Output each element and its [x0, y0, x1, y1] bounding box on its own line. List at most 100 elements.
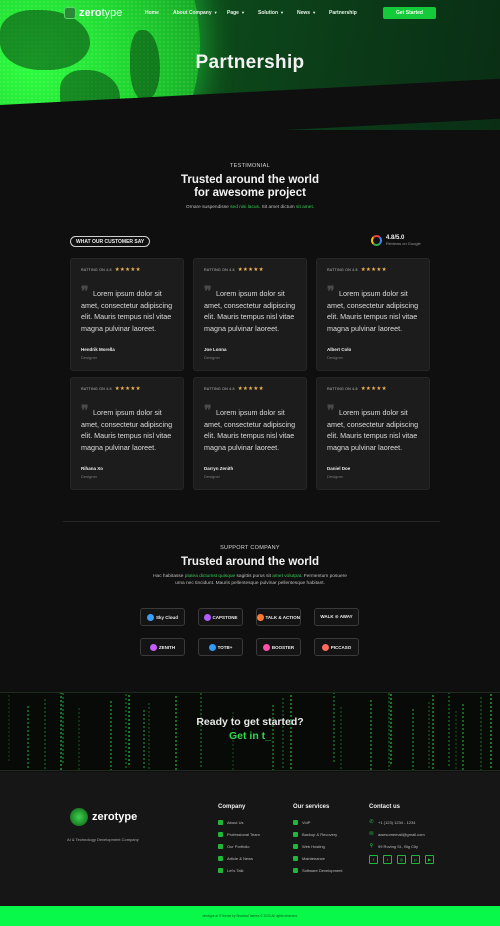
- twitter-icon[interactable]: t: [383, 855, 392, 864]
- nav-item-about-company[interactable]: About Company ▼: [173, 10, 227, 16]
- customer-say-badge: WHAT OUR CUSTOMER SAY: [70, 236, 151, 247]
- footer-link[interactable]: Backup & Recovery: [293, 828, 342, 840]
- footer-link[interactable]: VoIP: [293, 816, 342, 828]
- hero-banner: zerotype Home About Company ▼ Page ▼ Solut…: [0, 0, 500, 130]
- partner-logo[interactable]: CAPSTONE: [198, 608, 243, 626]
- partner-logo-icon: [149, 643, 157, 651]
- quote-icon: ❞: [81, 284, 89, 300]
- star-rating-icon: ★★★★★: [360, 267, 387, 273]
- contact-address: ⚲ 99 Roving St., Big City: [369, 843, 419, 849]
- author-role: Designer: [204, 474, 221, 479]
- location-icon: ⚲: [369, 843, 374, 849]
- partner-logo[interactable]: WALK ⊙ AWAY: [314, 608, 359, 626]
- author-name: Daniel Doe: [327, 466, 351, 471]
- check-icon: [293, 867, 298, 873]
- get-started-button[interactable]: Get Started: [383, 7, 436, 19]
- testimonial-card: RATTING ON 4.8 ★★★★★ ❞ Lorem ipsum dolor …: [193, 258, 307, 371]
- star-rating-icon: ★★★★★: [237, 386, 264, 392]
- testimonial-quote: Lorem ipsum dolor sit amet, consectetur …: [327, 289, 419, 333]
- social-links: f t ◎ p ▶: [369, 855, 434, 864]
- footer-link[interactable]: Our Portfolio: [218, 840, 260, 852]
- nav-item-partnership[interactable]: Partnership: [329, 10, 357, 16]
- rating-label: RATTING ON 4.8: [204, 387, 235, 391]
- author-role: Designer: [81, 355, 98, 360]
- copyright-bar: zerotype ai IT theme by ShadowThemes © 2…: [0, 906, 500, 926]
- star-rating-icon: ★★★★★: [114, 267, 141, 273]
- cta-title: Ready to get started?: [196, 716, 304, 728]
- partner-logo[interactable]: BOOSTER: [256, 638, 301, 656]
- quote-icon: ❞: [204, 284, 212, 300]
- chevron-down-icon: ▼: [280, 10, 284, 15]
- pinterest-icon[interactable]: p: [411, 855, 420, 864]
- matrix-rain-column: [128, 693, 130, 766]
- nav-item-solution[interactable]: Solution ▼: [258, 10, 297, 16]
- nav-item-home[interactable]: Home: [145, 10, 173, 16]
- chevron-down-icon: ▼: [213, 10, 218, 15]
- rating-source: Reviews on Google: [386, 241, 421, 246]
- footer-link[interactable]: Let's Talk: [218, 864, 260, 876]
- top-nav: zerotype Home About Company ▼ Page ▼ Solut…: [0, 6, 500, 22]
- contact-email[interactable]: ✉ awesomemail@gmail.com: [369, 828, 434, 840]
- testimonial-card: RATTING ON 4.8 ★★★★★ ❞ Lorem ipsum dolor …: [316, 377, 430, 490]
- support-title: Trusted around the world: [180, 556, 319, 568]
- check-icon: [218, 831, 223, 837]
- nav-item-news[interactable]: News ▼: [297, 10, 329, 16]
- quote-icon: ❞: [327, 403, 335, 419]
- partner-logo-icon: [257, 613, 264, 621]
- partner-logo-icon: [208, 643, 216, 651]
- footer-link[interactable]: Software Development: [293, 864, 342, 876]
- partner-logo[interactable]: TOTB+: [198, 638, 243, 656]
- youtube-icon[interactable]: ▶: [425, 855, 434, 864]
- rating-label: RATTING ON 4.8: [81, 268, 112, 272]
- subtitle-text: Ornare suspendisse: [185, 205, 231, 210]
- partner-logo[interactable]: PICCASO: [314, 638, 359, 656]
- nav-item-page[interactable]: Page ▼: [227, 10, 258, 16]
- subtitle-text: sagittis purus sit: [235, 574, 273, 579]
- author-name: Hendrik Morella: [81, 347, 115, 352]
- section-divider: [63, 521, 440, 522]
- facebook-icon[interactable]: f: [369, 855, 378, 864]
- testimonial-subtitle: Ornare suspendisse sed nisi lacus. Sit a…: [0, 205, 500, 212]
- testimonial-card: RATTING ON 4.8 ★★★★★ ❞ Lorem ipsum dolor …: [316, 258, 430, 371]
- testimonial-card: RATTING ON 4.8 ★★★★★ ❞ Lorem ipsum dolor …: [70, 377, 184, 490]
- author-name: Joe Lonna: [204, 347, 227, 352]
- check-icon: [218, 855, 223, 861]
- footer-link[interactable]: Professional Team: [218, 828, 260, 840]
- subtitle-text: . Sit amet dictum: [258, 205, 296, 210]
- footer-link[interactable]: About Us: [218, 816, 260, 828]
- testimonial-card: RATTING ON 4.8 ★★★★★ ❞ Lorem ipsum dolor …: [70, 258, 184, 371]
- support-eyebrow: SUPPORT COMPANY: [220, 545, 280, 551]
- instagram-icon[interactable]: ◎: [397, 855, 406, 864]
- footer-link[interactable]: Maintenance: [293, 852, 342, 864]
- partner-logo-icon: [262, 643, 270, 651]
- support-subtitle: Hac habitasse platea dictumst quisque sa…: [150, 574, 350, 587]
- brand-name-bold: zero: [79, 7, 102, 19]
- mail-icon: ✉: [369, 831, 374, 837]
- check-icon: [218, 843, 223, 849]
- highlight-text: sed nisi lacus: [230, 205, 259, 210]
- footer-link[interactable]: Web Hosting: [293, 840, 342, 852]
- matrix-rain-column: [62, 693, 64, 764]
- author-role: Designer: [204, 355, 221, 360]
- google-icon: [371, 235, 382, 246]
- matrix-rain-column: [390, 693, 392, 765]
- footer-logo[interactable]: zerotype: [70, 808, 137, 826]
- rating-label: RATTING ON 4.8: [204, 268, 235, 272]
- footer-tagline: AI & Technology Development Company: [67, 837, 139, 842]
- cta-link[interactable]: Get in t_: [0, 730, 500, 742]
- contact-phone[interactable]: ✆ +1 (123) 1234 - 1234: [369, 816, 434, 828]
- check-icon: [293, 831, 298, 837]
- partner-logo[interactable]: ZENITH: [140, 638, 185, 656]
- testimonial-quote: Lorem ipsum dolor sit amet, consectetur …: [327, 408, 419, 452]
- brand-name-light: type: [101, 7, 123, 19]
- footer-link[interactable]: Article & News: [218, 852, 260, 864]
- google-rating[interactable]: 4.8/5.0 Reviews on Google: [371, 235, 421, 246]
- brand-logo[interactable]: zerotype: [64, 7, 122, 19]
- partner-logo[interactable]: TALK & ACTION: [256, 608, 301, 626]
- highlight-text: amet volutpat: [272, 574, 302, 579]
- check-icon: [218, 867, 223, 873]
- star-rating-icon: ★★★★★: [237, 267, 264, 273]
- testimonial-grid: RATTING ON 4.8 ★★★★★ ❞ Lorem ipsum dolor …: [70, 258, 430, 490]
- partner-logo[interactable]: Sky Cloud: [140, 608, 185, 626]
- star-rating-icon: ★★★★★: [114, 386, 141, 392]
